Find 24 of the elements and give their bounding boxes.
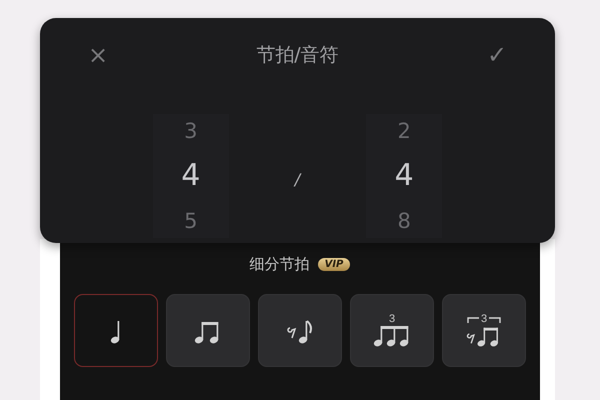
vip-badge: VIP [318,258,350,271]
rest-and-eighth-note-icon [286,318,314,344]
wheel-number: 3 [184,118,198,145]
wheel-number: 4 [394,157,414,195]
subdivision-option[interactable] [258,294,342,367]
tuplet-bracket-icon [489,316,502,322]
tuplet-number: 3 [388,314,396,325]
tuplet-bracket-icon [466,316,479,322]
triplet-notes-icon [373,325,411,347]
subdivision-option[interactable] [166,294,250,367]
wheel-number: 5 [184,208,198,235]
subdivision-option[interactable]: 3 [350,294,434,367]
subdivision-option[interactable]: 3 [442,294,526,367]
wheel-number: 4 [181,157,200,195]
wheel-number: 8 [398,208,411,235]
tuplet-number: 3 [480,314,488,325]
close-button[interactable]: × [84,40,112,70]
confirm-button[interactable]: ✓ [483,40,511,70]
number-wheel[interactable]: 2 4 8 [366,114,442,238]
sheet-title: 节拍/音符 [256,43,339,68]
number-wheel[interactable]: 3 4 5 [152,114,229,238]
subdivision-title: 细分节拍 [250,255,310,274]
wheel-number: 2 [398,118,411,145]
separator-text: / [294,170,300,188]
